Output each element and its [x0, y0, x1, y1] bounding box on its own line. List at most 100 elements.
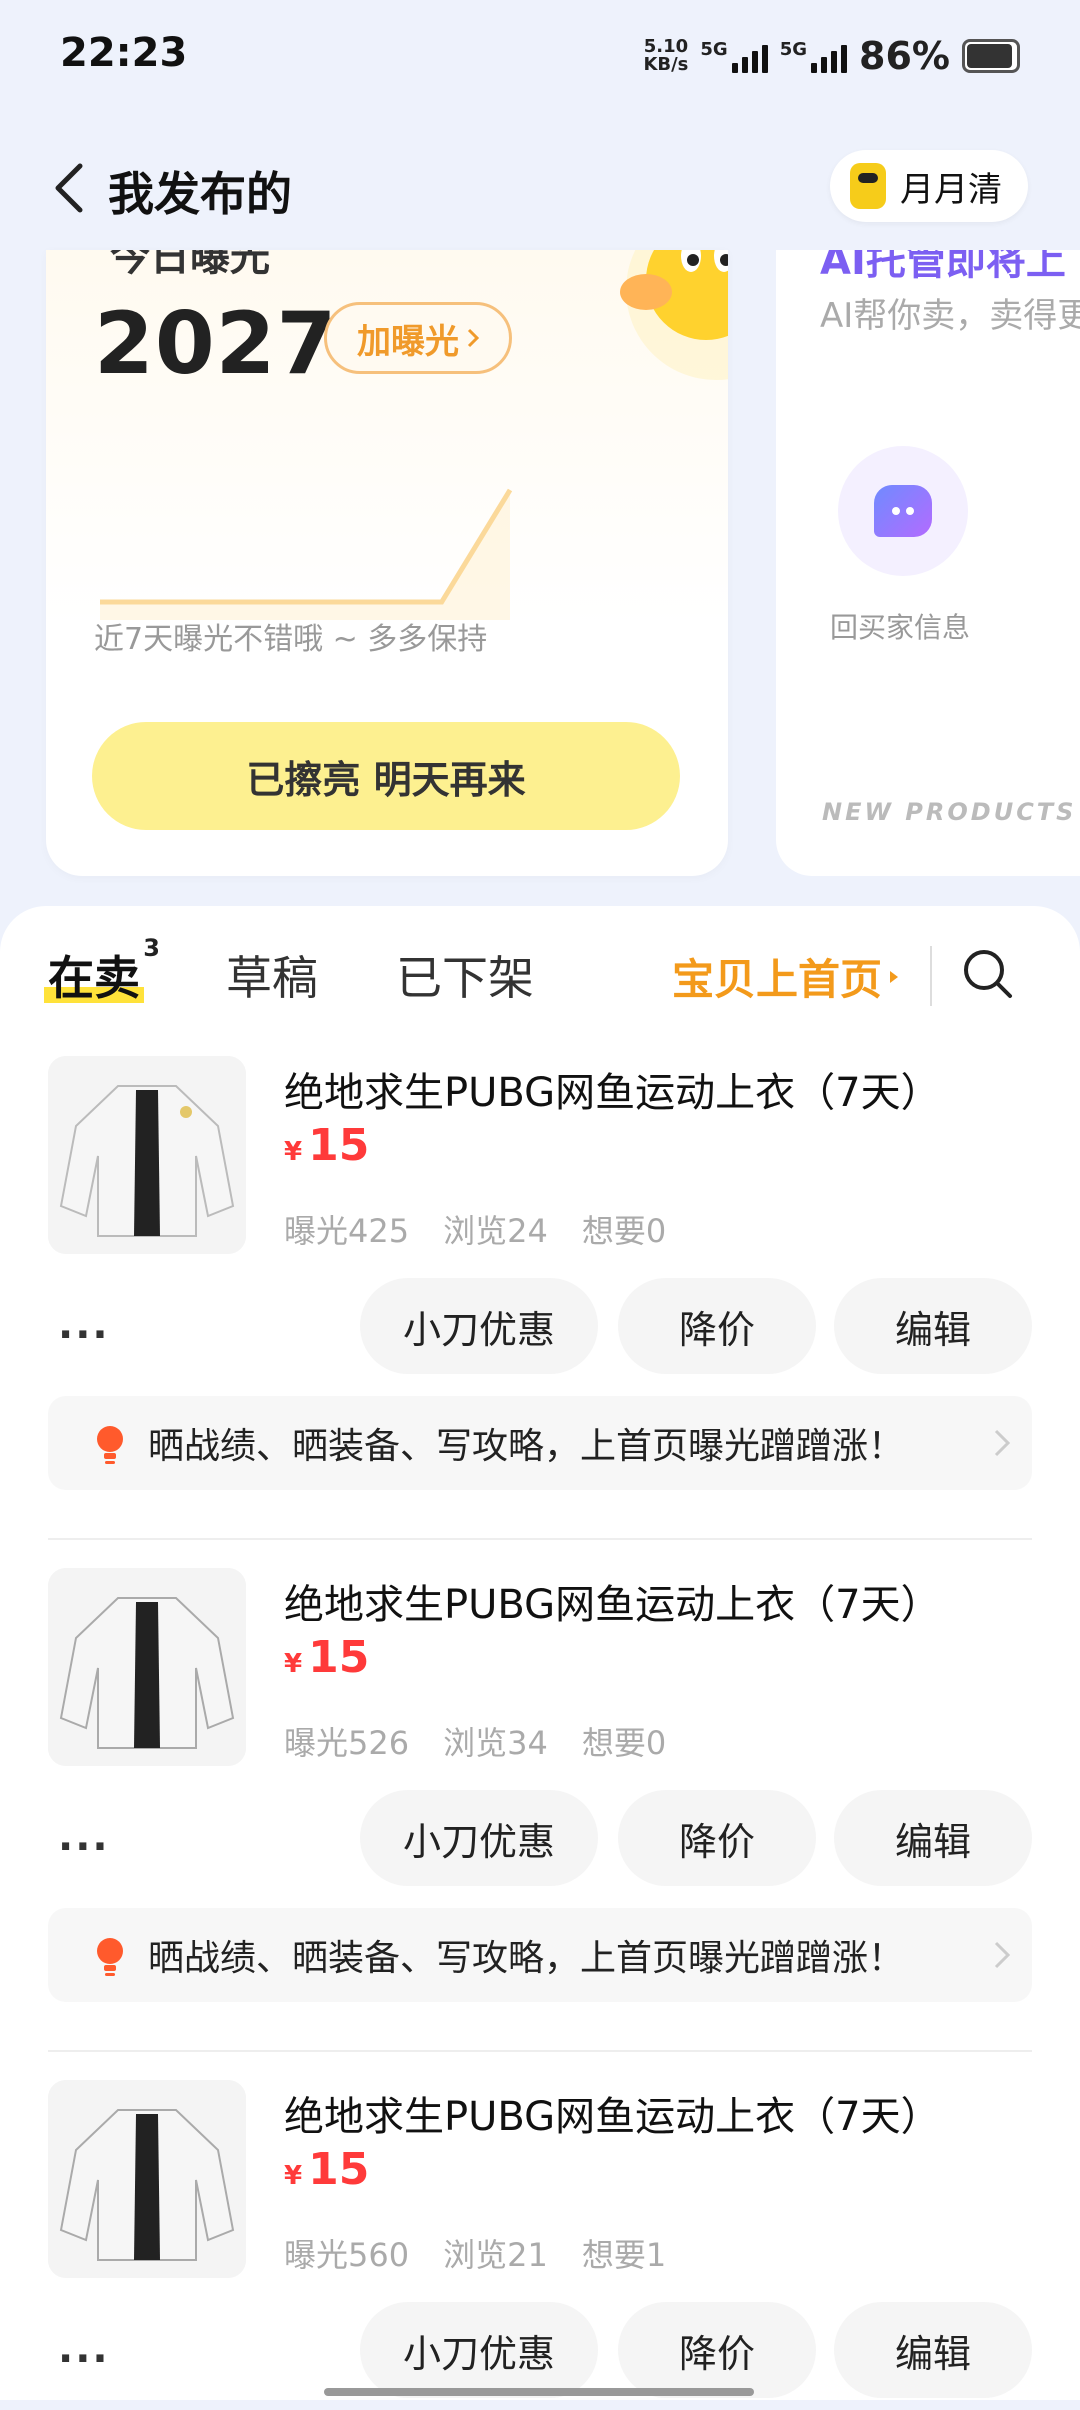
price-drop-button[interactable]: 降价 [618, 1790, 816, 1886]
exposure-card[interactable]: 今日曝光 2027 加曝光 近7天曝光不错哦 ~ 多多保持 已擦亮 明天再来 [46, 250, 728, 876]
ai-card-title: AI托管即将上 [820, 250, 1066, 284]
net-speed: 5.10 KB/s [643, 38, 688, 74]
item-thumbnail[interactable] [48, 2080, 246, 2278]
more-options-button[interactable]: ··· [58, 2336, 110, 2382]
discount-button[interactable]: 小刀优惠 [360, 1790, 598, 1886]
price-currency: ¥ [284, 1137, 303, 1167]
tab-selling[interactable]: 在卖 3 [48, 934, 160, 1008]
edit-button[interactable]: 编辑 [834, 2302, 1032, 2398]
mascot-icon [620, 250, 728, 380]
edit-button[interactable]: 编辑 [834, 1278, 1032, 1374]
ai-card-watermark: NEW PRODUCTS CO [822, 798, 1080, 826]
price-value: 15 [308, 2144, 370, 2195]
signal-label: 5G [700, 39, 728, 60]
listing-tabs: 在卖 3 草稿 已下架 [48, 934, 534, 1008]
stat-wants: 想要0 [581, 1724, 667, 1762]
triangle-right-icon [890, 970, 898, 983]
tip-text: 晒战绩、晒装备、写攻略，上首页曝光蹭蹭涨！ [148, 1426, 905, 1467]
tab-label: 草稿 [226, 951, 318, 1005]
stat-exposure: 曝光425 [284, 1212, 410, 1250]
item-thumbnail[interactable] [48, 1056, 246, 1254]
ai-reply-label: 回买家信息 [830, 611, 971, 644]
item-stats: 曝光560 浏览21 想要1 [284, 2230, 666, 2276]
status-time: 22:23 [60, 30, 188, 76]
discount-button[interactable]: 小刀优惠 [360, 2302, 598, 2398]
item-price: ¥ 15 [284, 1120, 369, 1171]
tip-banner[interactable]: 晒战绩、晒装备、写攻略，上首页曝光蹭蹭涨！ [48, 1396, 1032, 1490]
stat-views: 浏览34 [443, 1724, 548, 1762]
jacket-image [48, 1056, 246, 1254]
stat-views: 浏览24 [443, 1212, 548, 1250]
battery-icon [962, 39, 1020, 73]
user-chip[interactable]: 月月清 [830, 150, 1028, 222]
divider [930, 946, 932, 1006]
item-price: ¥ 15 [284, 2144, 369, 2195]
homepage-promo-link[interactable]: 宝贝上首页 [672, 946, 900, 1007]
stat-exposure: 曝光526 [284, 1724, 410, 1762]
chevron-right-icon [994, 1941, 1011, 1969]
price-currency: ¥ [284, 2161, 303, 2191]
chevron-right-icon [994, 1429, 1011, 1457]
item-title: 绝地求生PUBG网鱼运动上衣（7天） [284, 1582, 941, 1628]
listing-item[interactable]: 绝地求生PUBG网鱼运动上衣（7天） ¥ 15 曝光560 浏览21 想要1 ·… [48, 2080, 1032, 2410]
signal-icon: 5G [700, 39, 768, 73]
user-name: 月月清 [900, 169, 1002, 210]
exposure-trend-chart [100, 488, 513, 620]
signal-label: 5G [779, 39, 808, 60]
jacket-image [48, 1568, 246, 1766]
battery-percent: 86% [859, 34, 950, 78]
listing-item[interactable]: 绝地求生PUBG网鱼运动上衣（7天） ¥ 15 曝光526 浏览34 想要0 ·… [48, 1568, 1032, 2058]
item-divider [48, 2050, 1032, 2052]
promo-label: 宝贝上首页 [671, 955, 882, 1004]
listing-item[interactable]: 绝地求生PUBG网鱼运动上衣（7天） ¥ 15 曝光425 浏览24 想要0 ·… [48, 1056, 1032, 1546]
trend-line [100, 488, 513, 605]
ai-card-subtitle: AI帮你卖，卖得更 [820, 296, 1080, 336]
price-currency: ¥ [284, 1649, 303, 1679]
chevron-left-icon[interactable] [50, 160, 90, 216]
net-speed-unit: KB/s [643, 54, 689, 75]
stat-views: 浏览21 [443, 2236, 548, 2274]
stat-exposure: 曝光560 [284, 2236, 410, 2274]
ai-hosting-card[interactable]: AI托管即将上 AI帮你卖，卖得更 回买家信息 NEW PRODUCTS CO [776, 250, 1080, 876]
lightbulb-icon [97, 1938, 123, 1976]
tip-banner[interactable]: 晒战绩、晒装备、写攻略，上首页曝光蹭蹭涨！ [48, 1908, 1032, 2002]
stat-wants: 想要1 [581, 2236, 667, 2274]
signal-icon: 5G [779, 39, 848, 73]
price-value: 15 [308, 1120, 370, 1171]
item-stats: 曝光425 浏览24 想要0 [284, 1206, 666, 1252]
tab-drafts[interactable]: 草稿 [226, 942, 318, 1008]
tab-removed[interactable]: 已下架 [396, 942, 534, 1008]
tip-text: 晒战绩、晒装备、写攻略，上首页曝光蹭蹭涨！ [148, 1938, 905, 1979]
tab-label: 已下架 [396, 951, 534, 1005]
price-drop-button[interactable]: 降价 [618, 2302, 816, 2398]
status-icons: 5.10 KB/s 5G 5G 86% [643, 34, 1020, 78]
home-indicator[interactable] [324, 2388, 754, 2396]
tab-label: 在卖 [48, 951, 140, 1005]
stat-wants: 想要0 [581, 1212, 667, 1250]
price-drop-button[interactable]: 降价 [618, 1278, 816, 1374]
chat-icon [838, 446, 968, 576]
polished-button[interactable]: 已擦亮 明天再来 [92, 722, 680, 830]
page-title: 我发布的 [108, 167, 292, 221]
listing-panel: 在卖 3 草稿 已下架 宝贝上首页 绝地求生PUBG网鱼运动上衣（7天） ¥ 1… [0, 906, 1080, 2400]
chevron-right-icon [467, 328, 479, 348]
more-options-button[interactable]: ··· [58, 1824, 110, 1870]
exposure-label: 今日曝光 [110, 250, 270, 280]
boost-exposure-button[interactable]: 加曝光 [324, 302, 512, 374]
tab-count: 3 [143, 934, 160, 962]
lightbulb-icon [97, 1426, 123, 1464]
item-thumbnail[interactable] [48, 1568, 246, 1766]
exposure-caption: 近7天曝光不错哦 ~ 多多保持 [94, 622, 488, 657]
exposure-count: 2027 [94, 294, 338, 394]
price-value: 15 [308, 1632, 370, 1683]
avatar [850, 163, 886, 209]
discount-button[interactable]: 小刀优惠 [360, 1278, 598, 1374]
more-options-button[interactable]: ··· [58, 1312, 110, 1358]
edit-button[interactable]: 编辑 [834, 1790, 1032, 1886]
item-price: ¥ 15 [284, 1632, 369, 1683]
item-title: 绝地求生PUBG网鱼运动上衣（7天） [284, 2094, 941, 2140]
jacket-image [48, 2080, 246, 2278]
item-title: 绝地求生PUBG网鱼运动上衣（7天） [284, 1070, 941, 1116]
search-icon[interactable] [960, 946, 1016, 1002]
item-divider [48, 1538, 1032, 1540]
